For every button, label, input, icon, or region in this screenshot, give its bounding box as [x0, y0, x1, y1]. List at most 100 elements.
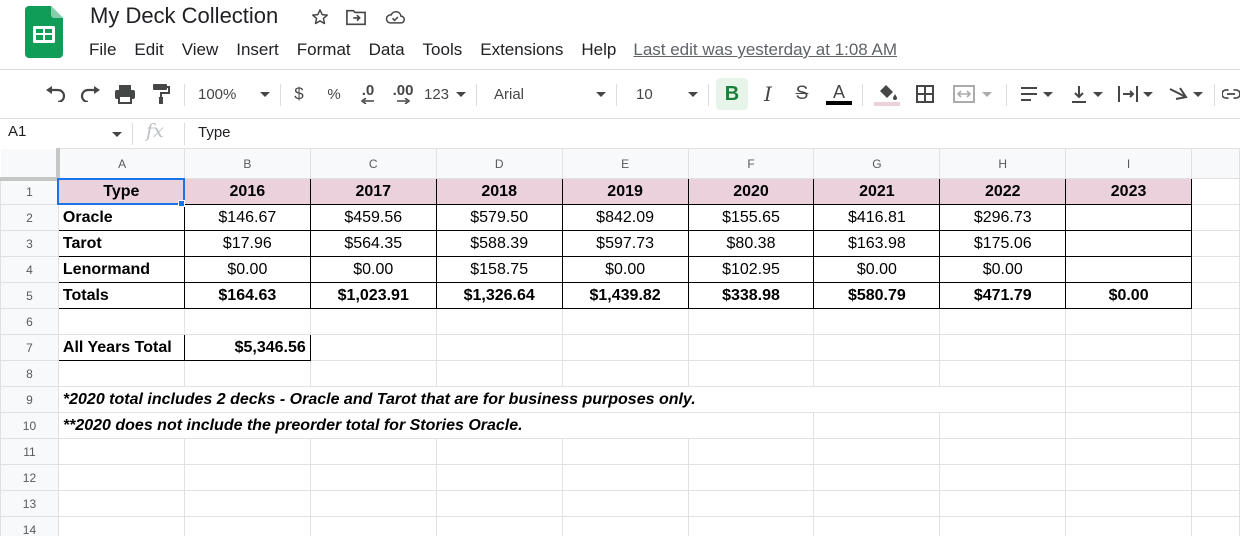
zoom-select[interactable]: 100% — [198, 80, 270, 108]
font-family-select[interactable]: Arial — [494, 80, 606, 108]
cell-empty[interactable] — [813, 516, 941, 536]
undo-icon[interactable] — [42, 80, 68, 108]
redo-icon[interactable] — [78, 80, 104, 108]
row-header-14[interactable]: 14 — [0, 516, 59, 536]
cell-e5[interactable]: $1,439.82 — [561, 282, 689, 309]
cell-empty[interactable] — [57, 490, 185, 517]
cell-empty[interactable] — [561, 490, 689, 517]
merge-cells-button[interactable] — [948, 80, 996, 108]
last-edit-link[interactable]: Last edit was yesterday at 1:08 AM — [633, 40, 897, 60]
cell-empty[interactable] — [1065, 308, 1192, 335]
cell-empty[interactable] — [1065, 490, 1192, 517]
italic-button[interactable]: I — [756, 80, 780, 108]
row-header-4[interactable]: 4 — [0, 256, 59, 283]
cell-empty[interactable] — [1191, 464, 1240, 491]
print-icon[interactable] — [112, 80, 138, 108]
cell-empty[interactable] — [813, 438, 941, 465]
row-header-10[interactable]: 10 — [0, 412, 59, 439]
cell-e4[interactable]: $0.00 — [561, 256, 689, 283]
cell-empty[interactable] — [1191, 256, 1240, 283]
cell-empty[interactable] — [561, 438, 689, 465]
cell-empty[interactable] — [309, 490, 437, 517]
cell-empty[interactable] — [1191, 412, 1240, 439]
cell-d1[interactable]: 2018 — [435, 178, 563, 205]
cell-empty[interactable] — [57, 438, 185, 465]
cell-e1[interactable]: 2019 — [561, 178, 689, 205]
cell-empty[interactable] — [939, 386, 1067, 413]
cell-a2[interactable]: Oracle — [57, 204, 185, 231]
cell-empty[interactable] — [183, 490, 311, 517]
menu-extensions[interactable]: Extensions — [471, 40, 572, 60]
cell-i5[interactable]: $0.00 — [1065, 282, 1192, 309]
cell-empty[interactable] — [939, 334, 1067, 361]
paint-format-icon[interactable] — [148, 80, 174, 108]
cell-i2[interactable] — [1065, 204, 1192, 231]
cell-empty[interactable] — [183, 360, 311, 387]
cell-g1[interactable]: 2021 — [813, 178, 941, 205]
cell-f4[interactable]: $102.95 — [687, 256, 815, 283]
cell-a7[interactable]: All Years Total — [57, 334, 185, 361]
cell-empty[interactable] — [813, 464, 941, 491]
row-header-12[interactable]: 12 — [0, 464, 59, 491]
cell-i1[interactable]: 2023 — [1065, 178, 1192, 205]
cell-empty[interactable] — [687, 438, 815, 465]
strikethrough-button[interactable]: S — [790, 80, 814, 108]
cell-a4[interactable]: Lenormand — [57, 256, 185, 283]
column-header-a[interactable]: A — [57, 148, 185, 179]
text-wrapping-button[interactable] — [1114, 80, 1156, 108]
cell-empty[interactable] — [939, 308, 1067, 335]
cell-empty[interactable] — [939, 412, 1067, 439]
menu-format[interactable]: Format — [288, 40, 360, 60]
cell-empty[interactable] — [687, 360, 815, 387]
cell-h3[interactable]: $175.06 — [939, 230, 1067, 257]
name-box[interactable]: A1 — [8, 123, 26, 140]
cell-b4[interactable]: $0.00 — [183, 256, 311, 283]
cell-empty[interactable] — [1191, 386, 1240, 413]
cell-empty[interactable] — [435, 360, 563, 387]
cell-empty[interactable] — [435, 334, 563, 361]
cell-c4[interactable]: $0.00 — [309, 256, 437, 283]
cell-empty[interactable] — [1191, 438, 1240, 465]
vertical-align-button[interactable] — [1066, 80, 1106, 108]
cell-i3[interactable] — [1065, 230, 1192, 257]
row-header-11[interactable]: 11 — [0, 438, 59, 465]
cell-empty[interactable] — [309, 308, 437, 335]
cell-empty[interactable] — [57, 464, 185, 491]
horizontal-align-button[interactable] — [1016, 80, 1056, 108]
cell-empty[interactable] — [687, 308, 815, 335]
format-percent-button[interactable]: % — [324, 80, 344, 108]
cell-empty[interactable] — [435, 516, 563, 536]
cell-empty[interactable] — [309, 438, 437, 465]
cell-e3[interactable]: $597.73 — [561, 230, 689, 257]
formula-input[interactable]: Type — [198, 124, 231, 141]
cell-h2[interactable]: $296.73 — [939, 204, 1067, 231]
insert-link-icon[interactable] — [1222, 80, 1240, 108]
cell-empty[interactable] — [687, 516, 815, 536]
cell-empty[interactable] — [1191, 490, 1240, 517]
cell-c5[interactable]: $1,023.91 — [309, 282, 437, 309]
column-header-h[interactable]: H — [939, 148, 1067, 179]
row-header-13[interactable]: 13 — [0, 490, 59, 517]
menu-insert[interactable]: Insert — [227, 40, 288, 60]
menu-help[interactable]: Help — [572, 40, 625, 60]
cell-h4[interactable]: $0.00 — [939, 256, 1067, 283]
cell-empty[interactable] — [1191, 178, 1240, 205]
column-header-d[interactable]: D — [435, 148, 563, 179]
cell-empty[interactable] — [687, 412, 815, 439]
cell-b1[interactable]: 2016 — [183, 178, 311, 205]
cell-a5[interactable]: Totals — [57, 282, 185, 309]
cell-c3[interactable]: $564.35 — [309, 230, 437, 257]
cell-empty[interactable] — [813, 412, 941, 439]
menu-edit[interactable]: Edit — [125, 40, 172, 60]
cell-g2[interactable]: $416.81 — [813, 204, 941, 231]
column-header-f[interactable]: F — [687, 148, 815, 179]
cell-empty[interactable] — [1065, 386, 1192, 413]
cell-empty[interactable] — [1065, 516, 1192, 536]
cell-empty[interactable] — [309, 360, 437, 387]
cell-empty[interactable] — [813, 308, 941, 335]
cell-empty[interactable] — [939, 516, 1067, 536]
cell-b2[interactable]: $146.67 — [183, 204, 311, 231]
row-header-9[interactable]: 9 — [0, 386, 59, 413]
format-currency-button[interactable]: $ — [290, 80, 308, 108]
cell-d3[interactable]: $588.39 — [435, 230, 563, 257]
